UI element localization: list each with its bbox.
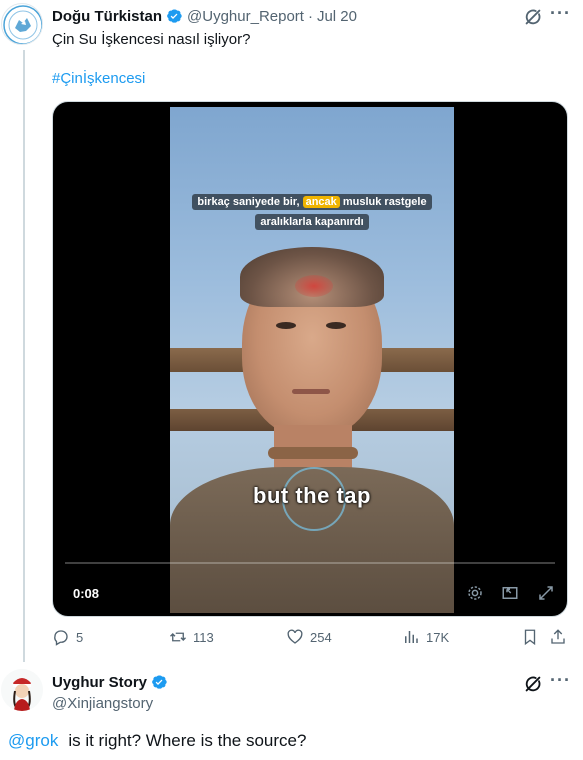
bookmark-icon [524,629,536,646]
author-handle[interactable]: @Uyghur_Report [187,8,304,25]
reply-body: is it right? Where is the source? [68,731,307,750]
rope [268,447,358,459]
settings-icon[interactable] [466,584,484,602]
like-count: 254 [310,629,332,645]
video-frame: birkaç saniyede bir, ancak musluk rastge… [170,107,454,613]
hashtag-link[interactable]: #Çinİşkencesi [52,70,145,87]
reply-author-handle[interactable]: @Xinjiangstory [52,695,153,712]
views-button[interactable]: 17K [402,628,449,646]
retweet-icon [170,632,186,642]
tweet-actions: 5 113 254 17K [52,628,568,652]
grok-mention-link[interactable]: @grok [8,731,58,750]
retweet-button[interactable]: 113 [169,628,214,646]
reply-author-avatar[interactable] [1,669,43,711]
retweet-count: 113 [193,629,214,645]
reply-icon [54,630,68,646]
picture-in-picture-icon[interactable] [501,584,519,602]
bookmark-button[interactable] [521,628,545,646]
like-icon [287,629,303,644]
share-button[interactable] [549,628,573,646]
author-name[interactable]: Doğu Türkistan [52,8,162,25]
like-button[interactable]: 254 [286,628,332,646]
video-caption: but the tap [253,483,371,508]
video-subtitle: birkaç saniyede bir, ancak musluk rastge… [184,192,440,232]
views-icon [405,631,418,643]
reply-header: Uyghur Story [52,673,172,691]
reply-button[interactable]: 5 [52,628,83,646]
verified-badge-icon [152,675,167,689]
separator-dot: · [307,7,313,25]
video-progress-bar[interactable] [65,562,555,564]
grok-icon[interactable] [522,673,544,695]
author-avatar[interactable] [1,3,43,45]
eye [276,322,296,329]
more-icon[interactable]: ··· [550,3,571,24]
video-subtitle-line2: aralıklarla kapanırdı [255,214,369,230]
tweet-header: Doğu Türkistan @Uyghur_Report · Jul 20 [52,6,357,26]
tweet-date[interactable]: Jul 20 [317,8,357,25]
reply-text: @grok is it right? Where is the source? [8,731,306,751]
eye [326,322,346,329]
verified-badge-icon [167,9,182,23]
reply-count: 5 [76,629,84,645]
tweet-text: Çin Su İşkencesi nasıl işliyor? [52,31,251,48]
video-player[interactable]: birkaç saniyede bir, ancak musluk rastge… [52,101,568,617]
reply-author-name[interactable]: Uyghur Story [52,674,147,691]
views-count: 17K [426,629,450,645]
fullscreen-icon[interactable] [537,584,555,602]
grok-icon[interactable] [522,6,544,28]
share-icon [551,629,565,644]
video-timecode: 0:08 [73,586,100,601]
more-icon[interactable]: ··· [550,670,571,691]
mouth [292,389,330,394]
forehead-bruise [295,275,333,297]
subtitle-highlight: ancak [302,196,340,208]
thread-line [23,50,25,662]
